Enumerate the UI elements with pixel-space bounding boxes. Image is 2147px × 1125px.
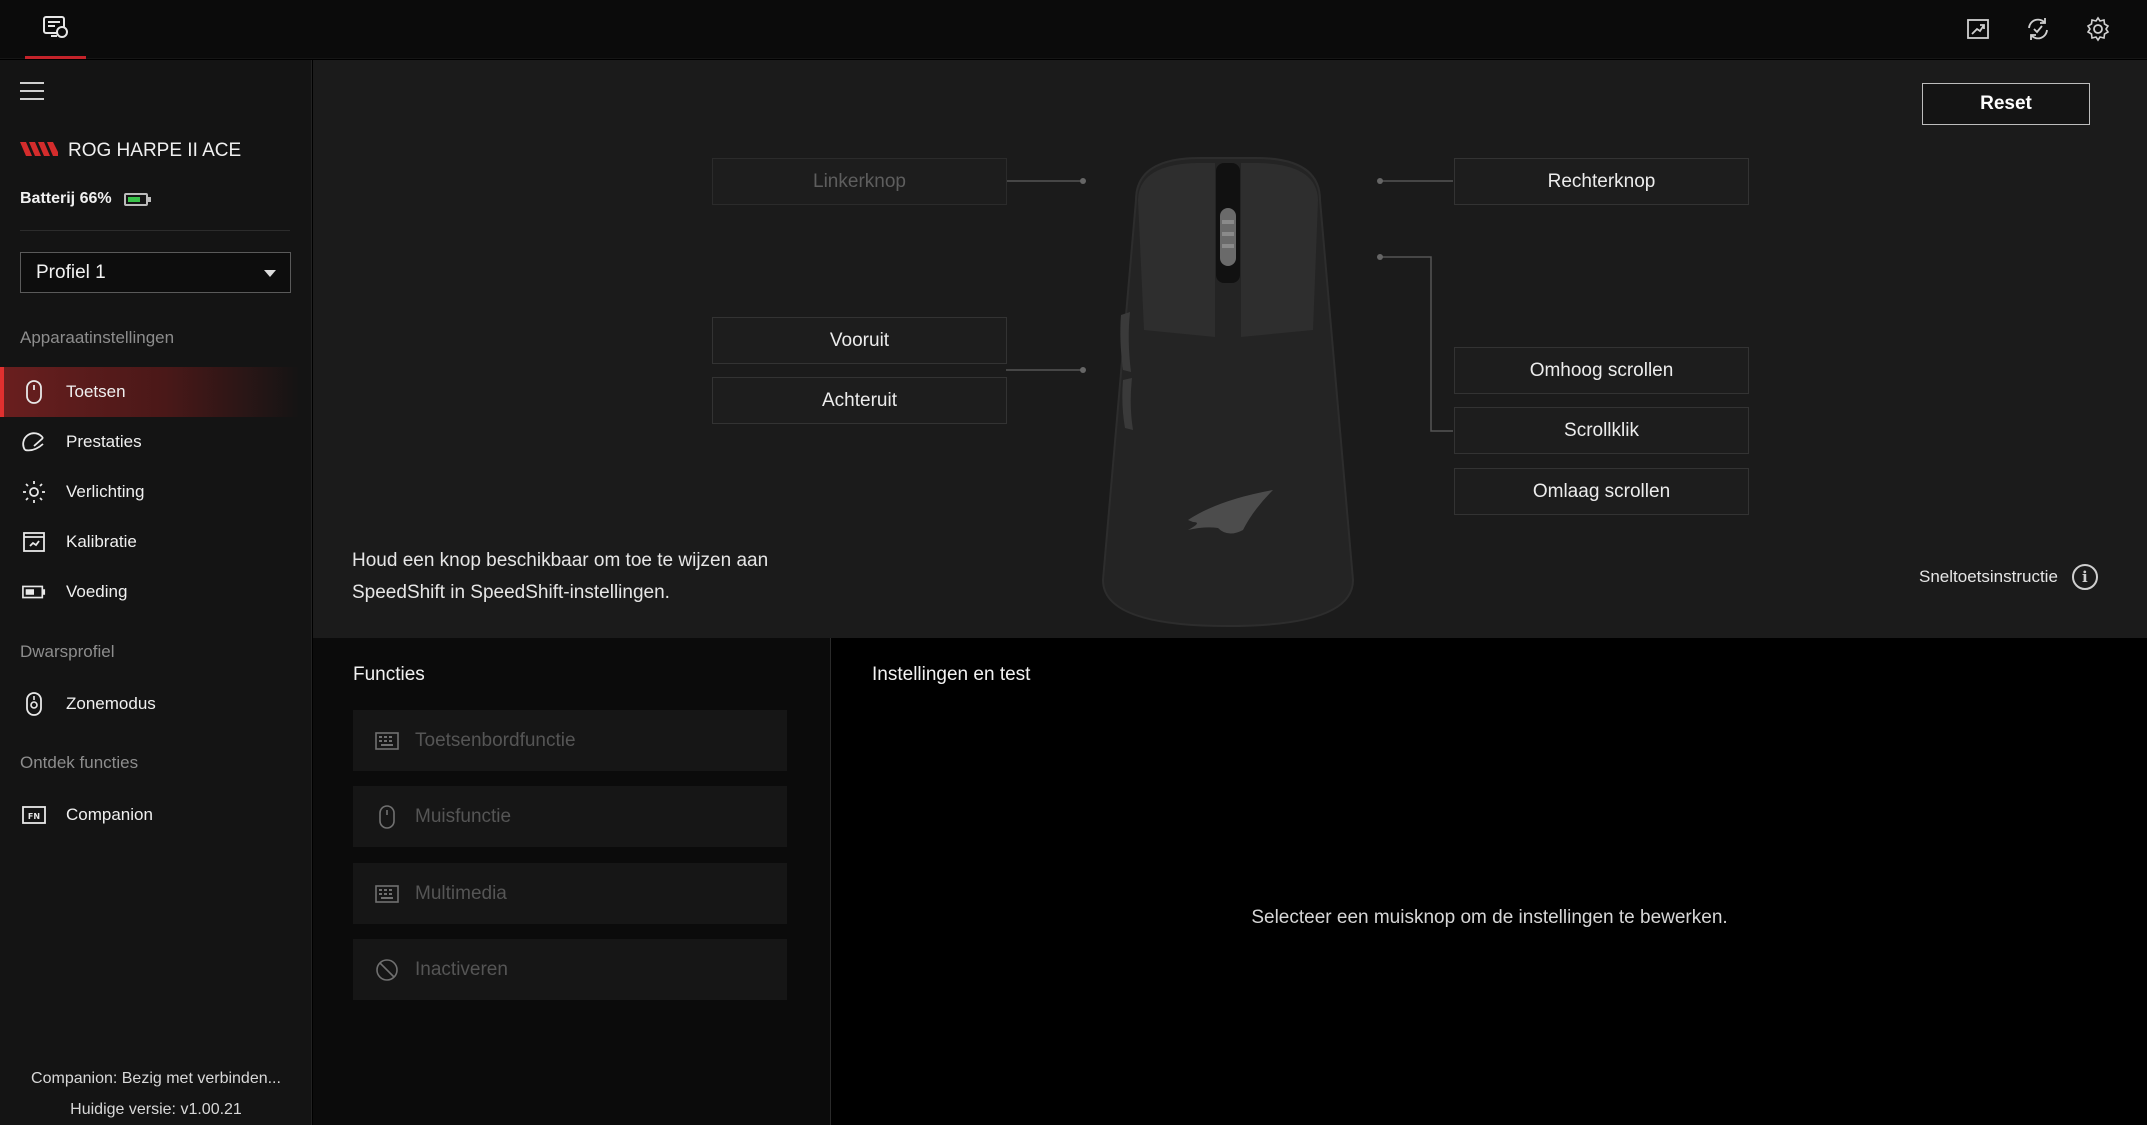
scroll-up-button[interactable]: Omhoog scrollen	[1454, 347, 1749, 394]
speedshift-hint: Houd een knop beschikbaar om toe te wijz…	[352, 550, 769, 603]
settings-panel: Instellingen en test Selecteer een muisk…	[832, 638, 2147, 1125]
fn-icon: FN	[22, 803, 46, 827]
sync-icon[interactable]	[2023, 14, 2053, 44]
sidebar-item-prestaties[interactable]: Prestaties	[0, 417, 300, 467]
sidebar-item-label: Verlichting	[66, 482, 145, 501]
function-label: Muisfunctie	[415, 805, 512, 827]
reset-button[interactable]: Reset	[1922, 83, 2090, 125]
profile-selected: Profiel 1	[36, 261, 106, 283]
sidebar-item-voeding[interactable]: Voeding	[0, 567, 300, 617]
sidebar-item-label: Voeding	[66, 582, 128, 601]
function-keyboard[interactable]: Toetsenbordfunctie	[353, 710, 787, 771]
sidebar-item-label: Zonemodus	[66, 694, 156, 713]
disable-icon	[375, 958, 399, 982]
lighting-icon	[22, 480, 46, 504]
top-bar	[0, 0, 2147, 59]
sidebar-item-label: Toetsen	[66, 382, 126, 401]
device-header: ROG HARPE II ACE	[20, 140, 241, 162]
sidebar-item-toetsen[interactable]: Toetsen	[0, 367, 300, 417]
function-label: Multimedia	[415, 882, 507, 904]
function-mouse[interactable]: Muisfunctie	[353, 786, 787, 847]
function-disable[interactable]: Inactiveren	[353, 939, 787, 1000]
zone-icon	[22, 692, 46, 716]
scroll-down-button[interactable]: Omlaag scrollen	[1454, 468, 1749, 515]
right-click-button[interactable]: Rechterknop	[1454, 158, 1749, 205]
shortcut-label: Sneltoetsinstructie	[1919, 567, 2058, 586]
image-export-icon[interactable]	[1963, 14, 1993, 44]
gear-icon[interactable]	[2083, 14, 2113, 44]
performance-icon	[22, 430, 46, 454]
back-button[interactable]: Achteruit	[712, 377, 1007, 424]
profile-dropdown[interactable]: Profiel 1	[20, 252, 291, 293]
device-tab[interactable]	[25, 0, 86, 59]
function-label: Inactiveren	[415, 958, 508, 980]
battery-label: Batterij 66%	[20, 190, 112, 207]
functions-panel: Functies Toetsenbordfunctie Muisfunctie …	[313, 638, 831, 1125]
function-multimedia[interactable]: Multimedia	[353, 863, 787, 924]
chevron-down-icon	[264, 270, 276, 277]
scroll-click-button[interactable]: Scrollklik	[1454, 407, 1749, 454]
left-click-button[interactable]: Linkerknop	[712, 158, 1007, 205]
mouse-image	[1101, 157, 1355, 628]
section-discover: Ontdek functies	[20, 753, 139, 772]
device-icon	[42, 14, 70, 45]
mouse-icon	[375, 804, 399, 829]
functions-title: Functies	[353, 664, 425, 685]
sidebar-item-zonemodus[interactable]: Zonemodus	[0, 679, 300, 729]
forward-button[interactable]: Vooruit	[712, 317, 1007, 364]
keyboard-icon	[375, 729, 399, 753]
settings-title: Instellingen en test	[872, 664, 1031, 685]
function-label: Toetsenbordfunctie	[415, 729, 576, 751]
divider	[20, 230, 290, 231]
section-device-settings: Apparaatinstellingen	[20, 328, 175, 347]
svg-text:FN: FN	[28, 812, 40, 821]
sidebar-item-label: Prestaties	[66, 432, 142, 451]
sidebar-item-verlichting[interactable]: Verlichting	[0, 467, 300, 517]
version-label: Huidige versie: v1.00.21	[70, 1101, 242, 1118]
sidebar-item-label: Kalibratie	[66, 532, 137, 551]
shortcut-instruction[interactable]: Sneltoetsinstructie i	[1919, 564, 2098, 590]
battery-icon	[123, 192, 151, 206]
companion-status: Companion: Bezig met verbinden...	[31, 1070, 281, 1087]
device-name: ROG HARPE II ACE	[68, 140, 242, 161]
hamburger-icon[interactable]	[20, 82, 44, 102]
info-icon: i	[2071, 564, 2098, 590]
sidebar-item-kalibratie[interactable]: Kalibratie	[0, 517, 300, 567]
settings-placeholder: Selecteer een muisknop om de instellinge…	[1251, 907, 1728, 928]
battery-status: Batterij 66%	[20, 190, 151, 208]
sidebar-item-label: Companion	[66, 805, 153, 824]
sidebar-item-companion[interactable]: FN Companion	[0, 790, 300, 840]
sidebar: ROG HARPE II ACE Batterij 66% Profiel 1 …	[0, 60, 312, 1125]
calibration-icon	[22, 530, 46, 554]
section-cross-profile: Dwarsprofiel	[20, 642, 115, 661]
rog-logo	[20, 140, 58, 162]
mouse-icon	[22, 380, 46, 404]
keyboard-icon	[375, 882, 399, 906]
battery-icon	[22, 580, 46, 604]
